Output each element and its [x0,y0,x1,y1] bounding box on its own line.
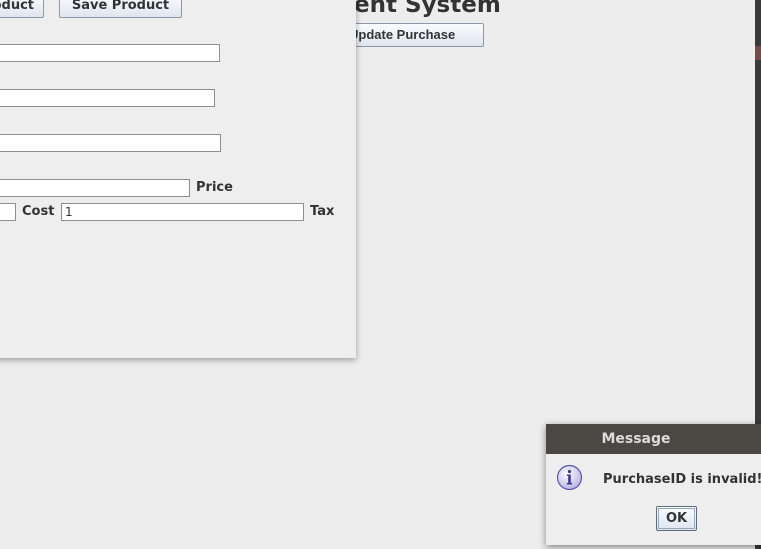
dialog-message: PurchaseID is invalid! [603,472,761,487]
tax-label: Tax [310,204,335,219]
product-field-2[interactable] [0,89,215,107]
cost-label: Cost [22,204,55,219]
desktop: ent System Update Purchase oduct Save Pr… [0,0,761,549]
product-window: oduct Save Product Price Cost Tax [0,0,356,358]
ok-button[interactable]: OK [656,506,697,531]
price-label: Price [196,180,233,195]
product-field-4[interactable] [0,179,190,197]
add-product-button[interactable]: oduct [0,0,44,18]
update-purchase-button[interactable]: Update Purchase [340,23,484,47]
cost-field[interactable] [61,203,304,221]
dialog-titlebar[interactable]: Message [546,424,761,454]
product-field-3[interactable] [0,134,221,152]
save-product-button[interactable]: Save Product [59,0,182,18]
info-icon [556,464,583,491]
product-field-5[interactable] [0,203,16,221]
message-dialog: Message PurchaseID is invalid! OK [546,424,761,545]
product-field-1[interactable] [0,44,220,62]
window-edge-detail [755,46,761,60]
main-window-title: ent System [354,0,501,18]
